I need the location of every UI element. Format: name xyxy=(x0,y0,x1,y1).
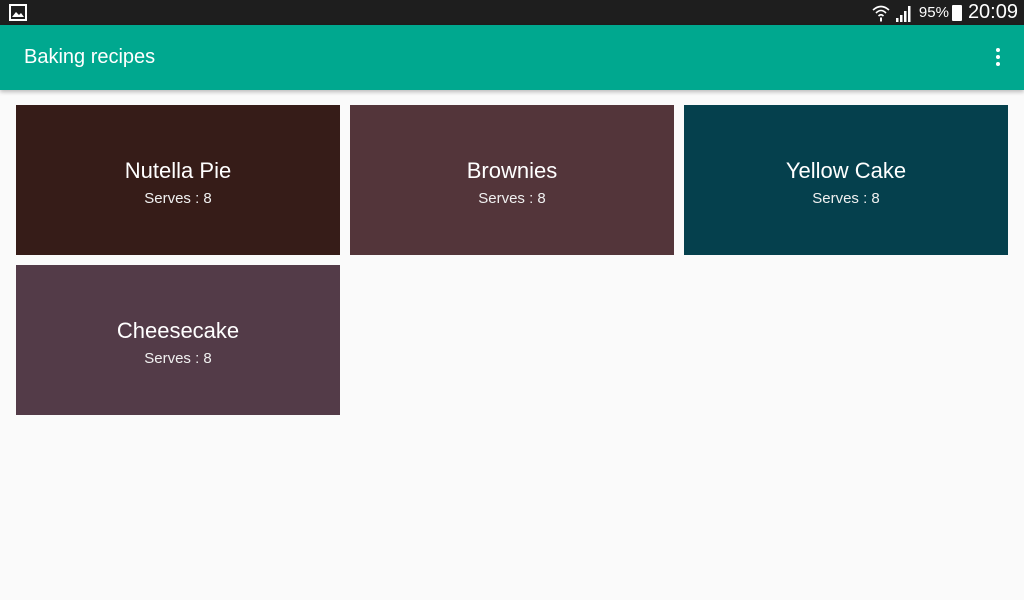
recipe-serves: Serves : 8 xyxy=(478,189,546,207)
status-icons: 95% 20:09 xyxy=(871,0,1018,25)
recipe-name: Cheesecake xyxy=(116,317,240,343)
recipe-card-nutella-pie[interactable]: Nutella Pie Serves : 8 xyxy=(16,105,340,255)
wifi-icon xyxy=(872,5,890,21)
app-bar: Baking recipes xyxy=(0,25,1024,90)
recipe-serves: Serves : 8 xyxy=(144,189,212,207)
recipe-serves: Serves : 8 xyxy=(812,189,880,207)
gallery-icon xyxy=(9,4,27,21)
battery-icon xyxy=(951,4,962,21)
recipe-name: Brownies xyxy=(466,157,558,183)
status-bar: 95% 20:09 xyxy=(0,0,1024,25)
recipe-card-cheesecake[interactable]: Cheesecake Serves : 8 xyxy=(16,265,340,415)
recipe-serves: Serves : 8 xyxy=(144,349,212,367)
recipe-grid: Nutella Pie Serves : 8 Brownies Serves :… xyxy=(16,105,1008,415)
more-vert-icon[interactable] xyxy=(990,45,1006,69)
battery-percentage: 95% xyxy=(918,4,949,21)
recipe-card-yellow-cake[interactable]: Yellow Cake Serves : 8 xyxy=(684,105,1008,255)
recipe-card-brownies[interactable]: Brownies Serves : 8 xyxy=(350,105,674,255)
app-title: Baking recipes xyxy=(24,46,156,68)
recipe-name: Yellow Cake xyxy=(785,157,907,183)
clock: 20:09 xyxy=(967,1,1018,23)
recipe-name: Nutella Pie xyxy=(124,157,232,183)
signal-icon xyxy=(895,5,911,22)
